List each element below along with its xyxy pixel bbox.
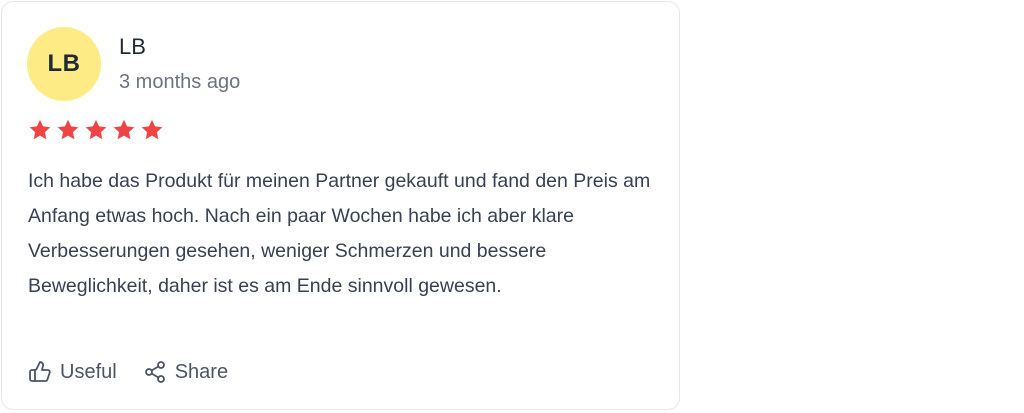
review-text: Ich habe das Produkt für meinen Partner … bbox=[28, 170, 651, 297]
star-icon bbox=[85, 119, 107, 140]
review-card: LB LB 3 months ago Ich habe das Produkt … bbox=[1, 1, 680, 410]
star-icon bbox=[29, 119, 51, 140]
avatar: LB bbox=[27, 27, 101, 101]
star-icon bbox=[57, 119, 79, 140]
share-button[interactable]: Share bbox=[143, 360, 228, 384]
share-label: Share bbox=[174, 360, 229, 383]
thumbs-up-icon bbox=[29, 361, 51, 382]
star-icon bbox=[113, 119, 135, 140]
share-icon bbox=[144, 361, 165, 383]
review-timestamp: 3 months ago bbox=[119, 71, 241, 93]
useful-label: Useful bbox=[60, 360, 117, 383]
author-name: LB bbox=[119, 34, 146, 59]
star-icon bbox=[141, 119, 163, 140]
review-actions: Useful Share bbox=[28, 360, 228, 384]
avatar-initials: LB bbox=[47, 50, 81, 77]
useful-button[interactable]: Useful bbox=[28, 360, 117, 384]
star-rating bbox=[28, 118, 164, 142]
